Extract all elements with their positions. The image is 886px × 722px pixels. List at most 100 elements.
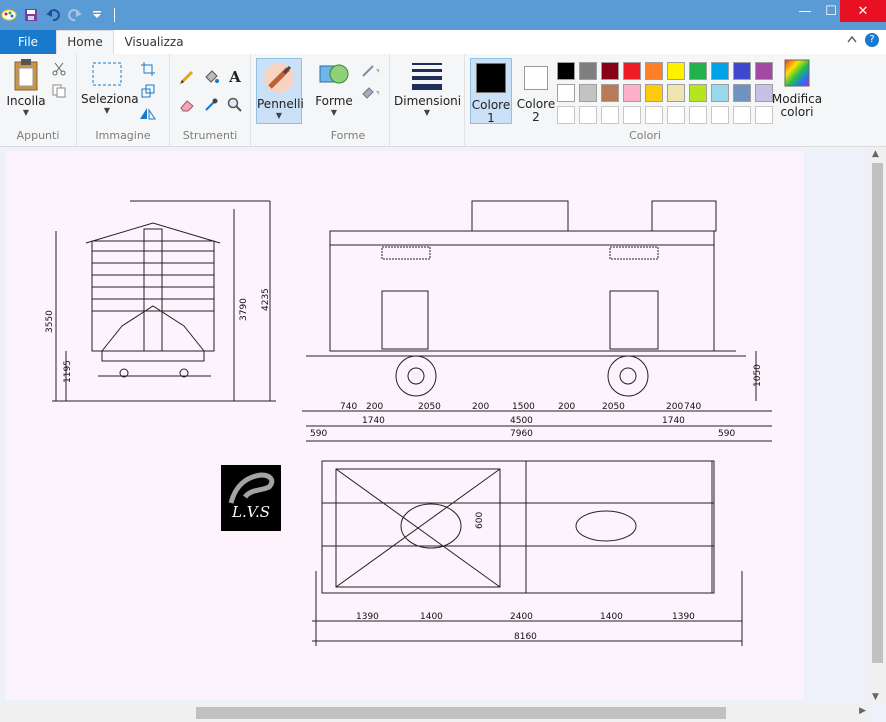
crop-icon[interactable] [139,60,157,78]
dimension-label: 740 [684,402,701,412]
eraser-icon[interactable] [178,96,196,114]
palette-swatch[interactable] [623,84,641,102]
shapes-label: Forme [315,94,353,108]
tab-home[interactable]: Home [56,30,114,54]
palette-swatch[interactable] [645,62,663,80]
palette-swatch[interactable] [557,106,575,124]
rotate-icon[interactable] [139,104,157,122]
tab-file[interactable]: File [0,30,56,54]
palette-swatch[interactable] [667,62,685,80]
vertical-scrollbar[interactable]: ▲ ▼ [869,147,886,704]
palette-swatch[interactable] [579,106,597,124]
line-size-icon [412,63,442,90]
palette-swatch[interactable] [667,84,685,102]
palette-swatch[interactable] [601,106,619,124]
dim-side-1050: 1050 [753,364,763,387]
redo-icon[interactable] [66,6,84,24]
dimension-label: 2050 [418,402,441,412]
dimension-label: 1390 [672,612,695,622]
palette-swatch[interactable] [645,84,663,102]
palette-swatch[interactable] [579,62,597,80]
shapes-button[interactable]: Forme ▼ [311,58,357,118]
palette-swatch[interactable] [557,84,575,102]
palette-swatch[interactable] [623,106,641,124]
selection-icon [92,62,122,86]
palette-swatch[interactable] [733,62,751,80]
palette-swatch[interactable] [689,106,707,124]
color2-button[interactable]: Colore 2 [515,58,557,124]
edit-colors-button[interactable]: Modifica colori [771,58,823,119]
drawing-canvas[interactable]: 3550 3790 4235 1195 1050 740 200 2050 200 15… [6,151,804,700]
dimension-label: 2050 [602,402,625,412]
text-icon[interactable]: A [226,68,244,86]
select-button[interactable]: Seleziona ▼ [81,58,139,116]
title-bar: — ☐ ✕ [0,0,886,30]
dim-end-3790: 3790 [239,298,249,321]
color1-swatch [476,63,506,93]
palette-swatch[interactable] [711,84,729,102]
brushes-button[interactable]: Pennelli ▼ [256,58,304,124]
logo-text: L.V.S [232,503,270,521]
palette-swatch[interactable] [733,84,751,102]
image-group-label: Immagine [95,129,151,142]
side-dims-row3: 590 7960 590 [310,429,735,439]
palette-swatch[interactable] [689,84,707,102]
shape-fill-icon[interactable] [361,84,379,102]
size-label: Dimensioni [394,94,462,108]
help-icon[interactable]: ? [865,33,879,47]
palette-swatch[interactable] [601,62,619,80]
horizontal-scroll-thumb[interactable] [196,707,726,719]
paint-app-icon[interactable] [0,6,18,24]
palette-swatch[interactable] [711,106,729,124]
scroll-down-icon[interactable]: ▼ [872,692,879,702]
cut-icon[interactable] [50,60,68,78]
dimension-label: 1390 [356,612,379,622]
palette-swatch[interactable] [623,62,641,80]
palette-swatch[interactable] [689,62,707,80]
horizontal-scrollbar[interactable]: ▶ [0,704,869,722]
tools-group-label: Strumenti [182,129,238,142]
palette-swatch[interactable] [645,106,663,124]
lvs-logo: L.V.S [221,465,281,531]
chevron-down-icon: ▼ [330,108,338,117]
dimension-label: 1400 [420,612,443,622]
tab-view[interactable]: Visualizza [118,30,190,54]
palette-swatch[interactable] [579,84,597,102]
collapse-ribbon-icon[interactable] [846,34,858,47]
dimension-label: 590 [718,429,735,439]
vertical-scroll-thumb[interactable] [872,163,883,663]
scroll-right-icon[interactable]: ▶ [859,706,866,716]
resize-icon[interactable] [139,82,157,100]
chevron-down-icon: ▼ [22,108,30,117]
colors-group-label: Colori [629,129,661,142]
customize-icon[interactable] [88,6,106,24]
dimension-label: 1400 [600,612,623,622]
brush-icon [264,63,294,93]
close-button[interactable]: ✕ [840,0,886,22]
dim-end-3550: 3550 [45,310,55,333]
save-icon[interactable] [22,6,40,24]
palette-swatch[interactable] [733,106,751,124]
scroll-up-icon[interactable]: ▲ [872,149,879,159]
magnifier-icon[interactable] [226,96,244,114]
palette-swatch[interactable] [557,62,575,80]
clipboard-group-label: Appunti [16,129,60,142]
group-clipboard: Incolla ▼ Appunti [0,54,77,146]
ribbon: Incolla ▼ Appunti Seleziona ▼ Immagine A… [0,54,886,147]
color-picker-icon[interactable] [202,96,220,114]
color2-swatch [524,66,548,90]
size-button[interactable]: Dimensioni ▼ [394,58,462,118]
palette-swatch[interactable] [711,62,729,80]
paste-button[interactable]: Incolla ▼ [4,58,48,118]
palette-swatch[interactable] [601,84,619,102]
brushes-label: Pennelli [257,97,304,111]
qat-separator [114,8,115,22]
palette-swatch[interactable] [667,106,685,124]
color1-button[interactable]: Colore 1 [470,58,512,125]
fill-icon[interactable] [202,68,220,86]
undo-icon[interactable] [44,6,62,24]
dim-plan-total: 8160 [514,632,537,642]
pencil-icon[interactable] [178,68,196,86]
copy-icon[interactable] [50,82,68,100]
outline-icon[interactable] [361,62,379,80]
